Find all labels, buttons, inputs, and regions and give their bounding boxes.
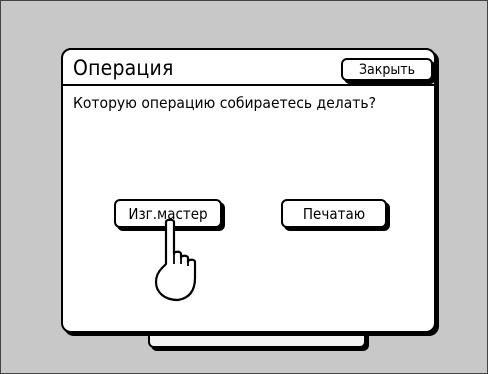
operation-dialog: Операция Закрыть Которую операцию собира… bbox=[61, 48, 436, 333]
close-button[interactable]: Закрыть bbox=[341, 58, 433, 81]
pointing-hand-icon bbox=[154, 218, 197, 302]
dialog-prompt: Которую операцию собираетесь делать? bbox=[73, 94, 376, 112]
dialog-title: Операция bbox=[73, 56, 174, 80]
print-button[interactable]: Печатаю bbox=[281, 199, 387, 228]
title-divider bbox=[63, 84, 434, 86]
